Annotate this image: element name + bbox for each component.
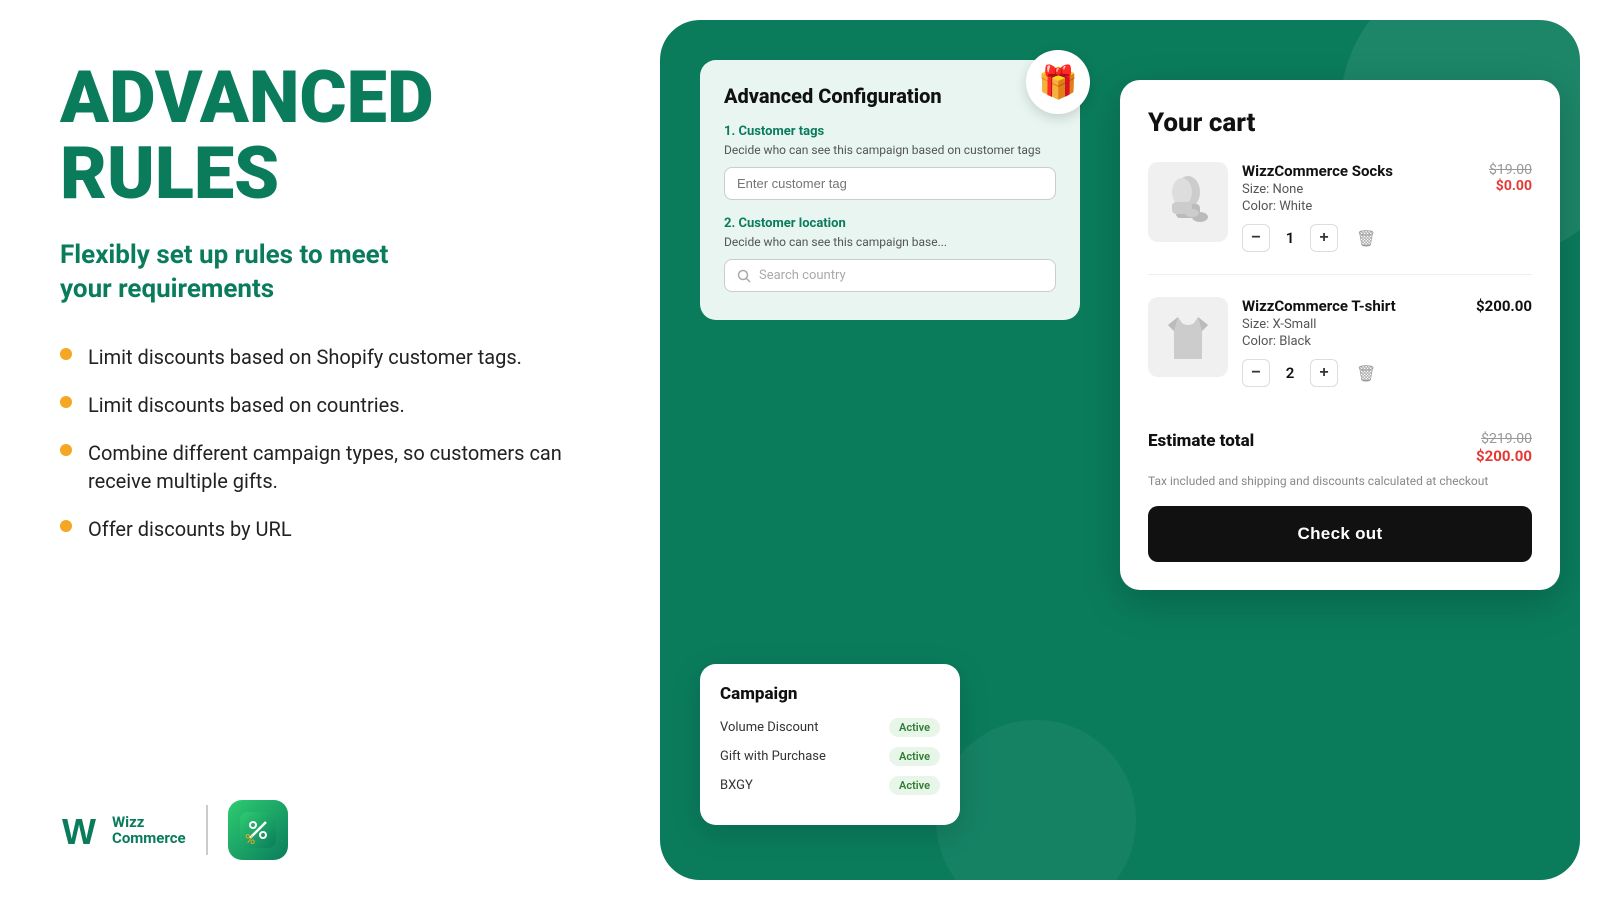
campaign-row: BXGY Active [720, 776, 940, 795]
list-item: Limit discounts based on countries. [60, 391, 600, 419]
gift-icon: 🎁 [1038, 63, 1078, 101]
page-subheadline: Flexibly set up rules to meetyour requir… [60, 239, 600, 307]
config-section1-desc: Decide who can see this campaign based o… [724, 143, 1056, 157]
estimate-row: Estimate total $219.00 $200.00 [1148, 431, 1532, 465]
country-search[interactable]: Search country [724, 259, 1056, 292]
campaign-name: Gift with Purchase [720, 749, 826, 764]
status-badge: Active [889, 747, 940, 766]
svg-text:%: % [245, 832, 255, 848]
original-price: $19.00 [1489, 162, 1532, 178]
logo-area: W Wizz Commerce % [60, 800, 600, 860]
main-content: ADVANCEDRULES Flexibly set up rules to m… [60, 60, 600, 563]
list-item: Combine different campaign types, so cus… [60, 439, 600, 495]
item-name: WizzCommerce T-shirt [1242, 297, 1462, 315]
estimate-label: Estimate total [1148, 431, 1254, 451]
logo-line1: Wizz [112, 814, 186, 831]
checkout-button[interactable]: Check out [1148, 506, 1532, 562]
bullet-icon [60, 396, 72, 408]
decrease-qty-button[interactable]: − [1242, 224, 1270, 252]
item-image-socks [1148, 162, 1228, 242]
bullet-icon [60, 520, 72, 532]
campaign-name: BXGY [720, 778, 753, 793]
item-size: Size: None [1242, 182, 1475, 197]
item-image-tshirt [1148, 297, 1228, 377]
country-search-placeholder: Search country [759, 268, 846, 283]
cart-item-socks: WizzCommerce Socks Size: None Color: Whi… [1148, 162, 1532, 275]
item-color: Color: White [1242, 199, 1475, 214]
quantity-value: 2 [1280, 364, 1300, 382]
tax-note: Tax included and shipping and discounts … [1148, 473, 1532, 490]
estimate-prices: $219.00 $200.00 [1476, 431, 1532, 465]
estimate-section: Estimate total $219.00 $200.00 Tax inclu… [1148, 431, 1532, 490]
list-item: Offer discounts by URL [60, 515, 600, 543]
app-icon: % [228, 800, 288, 860]
item-prices-socks: $19.00 $0.00 [1489, 162, 1532, 252]
cart-item-tshirt: WizzCommerce T-shirt Size: X-Small Color… [1148, 297, 1532, 409]
campaign-row: Volume Discount Active [720, 718, 940, 737]
status-badge: Active [889, 718, 940, 737]
logo-line2: Commerce [112, 830, 186, 847]
status-badge: Active [889, 776, 940, 795]
delete-item-button[interactable]: 🗑 [1356, 364, 1376, 383]
increase-qty-button[interactable]: + [1310, 359, 1338, 387]
increase-qty-button[interactable]: + [1310, 224, 1338, 252]
feature-list: Limit discounts based on Shopify custome… [60, 343, 600, 543]
right-panel: Advanced Configuration 1. Customer tags … [660, 20, 1580, 880]
item-details-tshirt: WizzCommerce T-shirt Size: X-Small Color… [1242, 297, 1462, 387]
cart-title: Your cart [1148, 108, 1532, 138]
list-item-text: Limit discounts based on Shopify custome… [88, 343, 522, 371]
config-card: Advanced Configuration 1. Customer tags … [700, 60, 1080, 320]
bullet-icon [60, 348, 72, 360]
campaign-card: Campaign Volume Discount Active Gift wit… [700, 664, 960, 825]
logo-text: Wizz Commerce [112, 814, 186, 847]
discount-app-icon: % [240, 812, 276, 848]
tshirt-image [1158, 307, 1218, 367]
delete-item-button[interactable]: 🗑 [1356, 229, 1376, 248]
item-color: Color: Black [1242, 334, 1462, 349]
bullet-icon [60, 444, 72, 456]
item-details-socks: WizzCommerce Socks Size: None Color: Whi… [1242, 162, 1475, 252]
estimate-original-price: $219.00 [1476, 431, 1532, 447]
left-panel: ADVANCEDRULES Flexibly set up rules to m… [0, 0, 660, 900]
wizzcommerce-logo-icon: W [60, 808, 104, 852]
decrease-qty-button[interactable]: − [1242, 359, 1270, 387]
item-name: WizzCommerce Socks [1242, 162, 1475, 180]
quantity-value: 1 [1280, 229, 1300, 247]
list-item-text: Limit discounts based on countries. [88, 391, 405, 419]
svg-text:W: W [62, 811, 96, 852]
logo-divider [206, 805, 208, 855]
item-controls: − 1 + 🗑 [1242, 224, 1475, 252]
config-section2-desc: Decide who can see this campaign base... [724, 235, 1056, 249]
campaign-card-title: Campaign [720, 684, 940, 704]
cart-card: Your cart WizzCommerce Socks Size: None … [1120, 80, 1560, 590]
item-prices-tshirt: $200.00 [1476, 297, 1532, 387]
config-section2-label: 2. Customer location [724, 216, 1056, 231]
list-item: Limit discounts based on Shopify custome… [60, 343, 600, 371]
estimate-discount-price: $200.00 [1476, 447, 1532, 465]
item-price: $200.00 [1476, 297, 1532, 315]
search-icon [737, 269, 751, 283]
gift-badge: 🎁 [1026, 50, 1090, 114]
list-item-text: Offer discounts by URL [88, 515, 292, 543]
item-controls: − 2 + 🗑 [1242, 359, 1462, 387]
customer-tag-input[interactable] [724, 167, 1056, 200]
wizzcommerce-logo: W Wizz Commerce [60, 808, 186, 852]
config-section1-label: 1. Customer tags [724, 124, 1056, 139]
config-card-title: Advanced Configuration [724, 84, 1056, 108]
campaign-name: Volume Discount [720, 720, 818, 735]
list-item-text: Combine different campaign types, so cus… [88, 439, 600, 495]
discounted-price: $0.00 [1489, 178, 1532, 194]
campaign-row: Gift with Purchase Active [720, 747, 940, 766]
item-size: Size: X-Small [1242, 317, 1462, 332]
socks-image [1158, 172, 1218, 232]
page-headline: ADVANCEDRULES [60, 60, 600, 211]
